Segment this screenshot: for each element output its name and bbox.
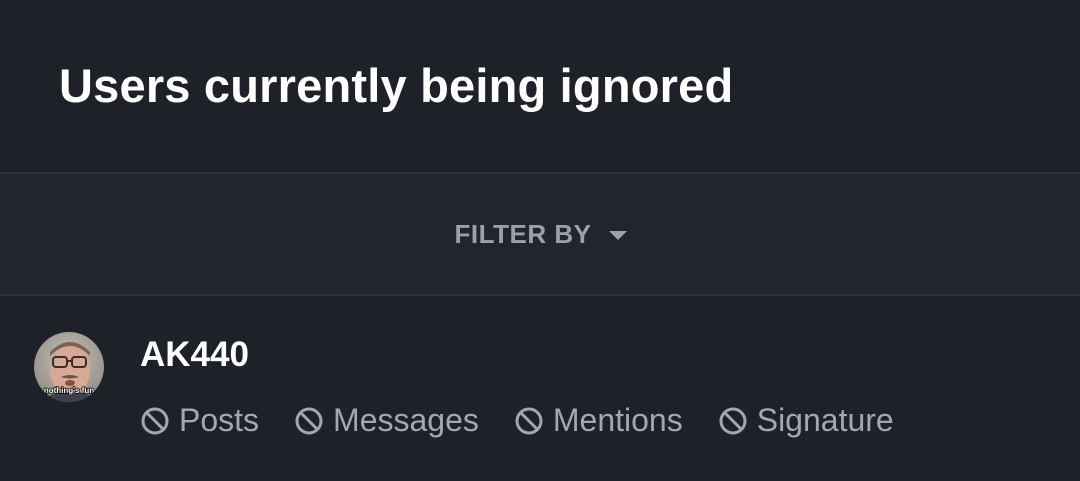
filter-by-button[interactable]: FILTER BY: [455, 219, 628, 250]
page-title: Users currently being ignored: [59, 59, 734, 112]
ignore-signature-toggle[interactable]: Signature: [717, 402, 894, 439]
ignore-mentions-toggle[interactable]: Mentions: [513, 402, 683, 439]
avatar-image: nothing's fun: [34, 332, 104, 402]
ignore-option-label: Mentions: [552, 402, 683, 438]
ban-icon: [515, 407, 543, 434]
ignore-option-label: Messages: [333, 402, 479, 438]
ignored-user-row: nothing's fun AK440 Posts Messages Menti…: [0, 296, 1080, 481]
ignore-option-label: Signature: [756, 402, 894, 438]
avatar[interactable]: nothing's fun: [34, 332, 104, 402]
ban-icon: [719, 407, 747, 434]
ignore-option-label: Posts: [179, 402, 260, 438]
username[interactable]: AK440: [140, 335, 249, 375]
caret-down-icon: [609, 230, 628, 240]
ignore-posts-toggle[interactable]: Posts: [139, 402, 259, 439]
ban-icon: [141, 407, 169, 434]
ignore-options: Posts Messages Mentions Signature: [139, 402, 894, 439]
page-header: Users currently being ignored: [0, 0, 1080, 174]
ban-icon: [295, 407, 323, 434]
avatar-caption: nothing's fun: [44, 386, 94, 395]
ignore-messages-toggle[interactable]: Messages: [293, 402, 479, 439]
filter-bar: FILTER BY: [0, 174, 1080, 296]
filter-by-label: FILTER BY: [454, 218, 592, 249]
